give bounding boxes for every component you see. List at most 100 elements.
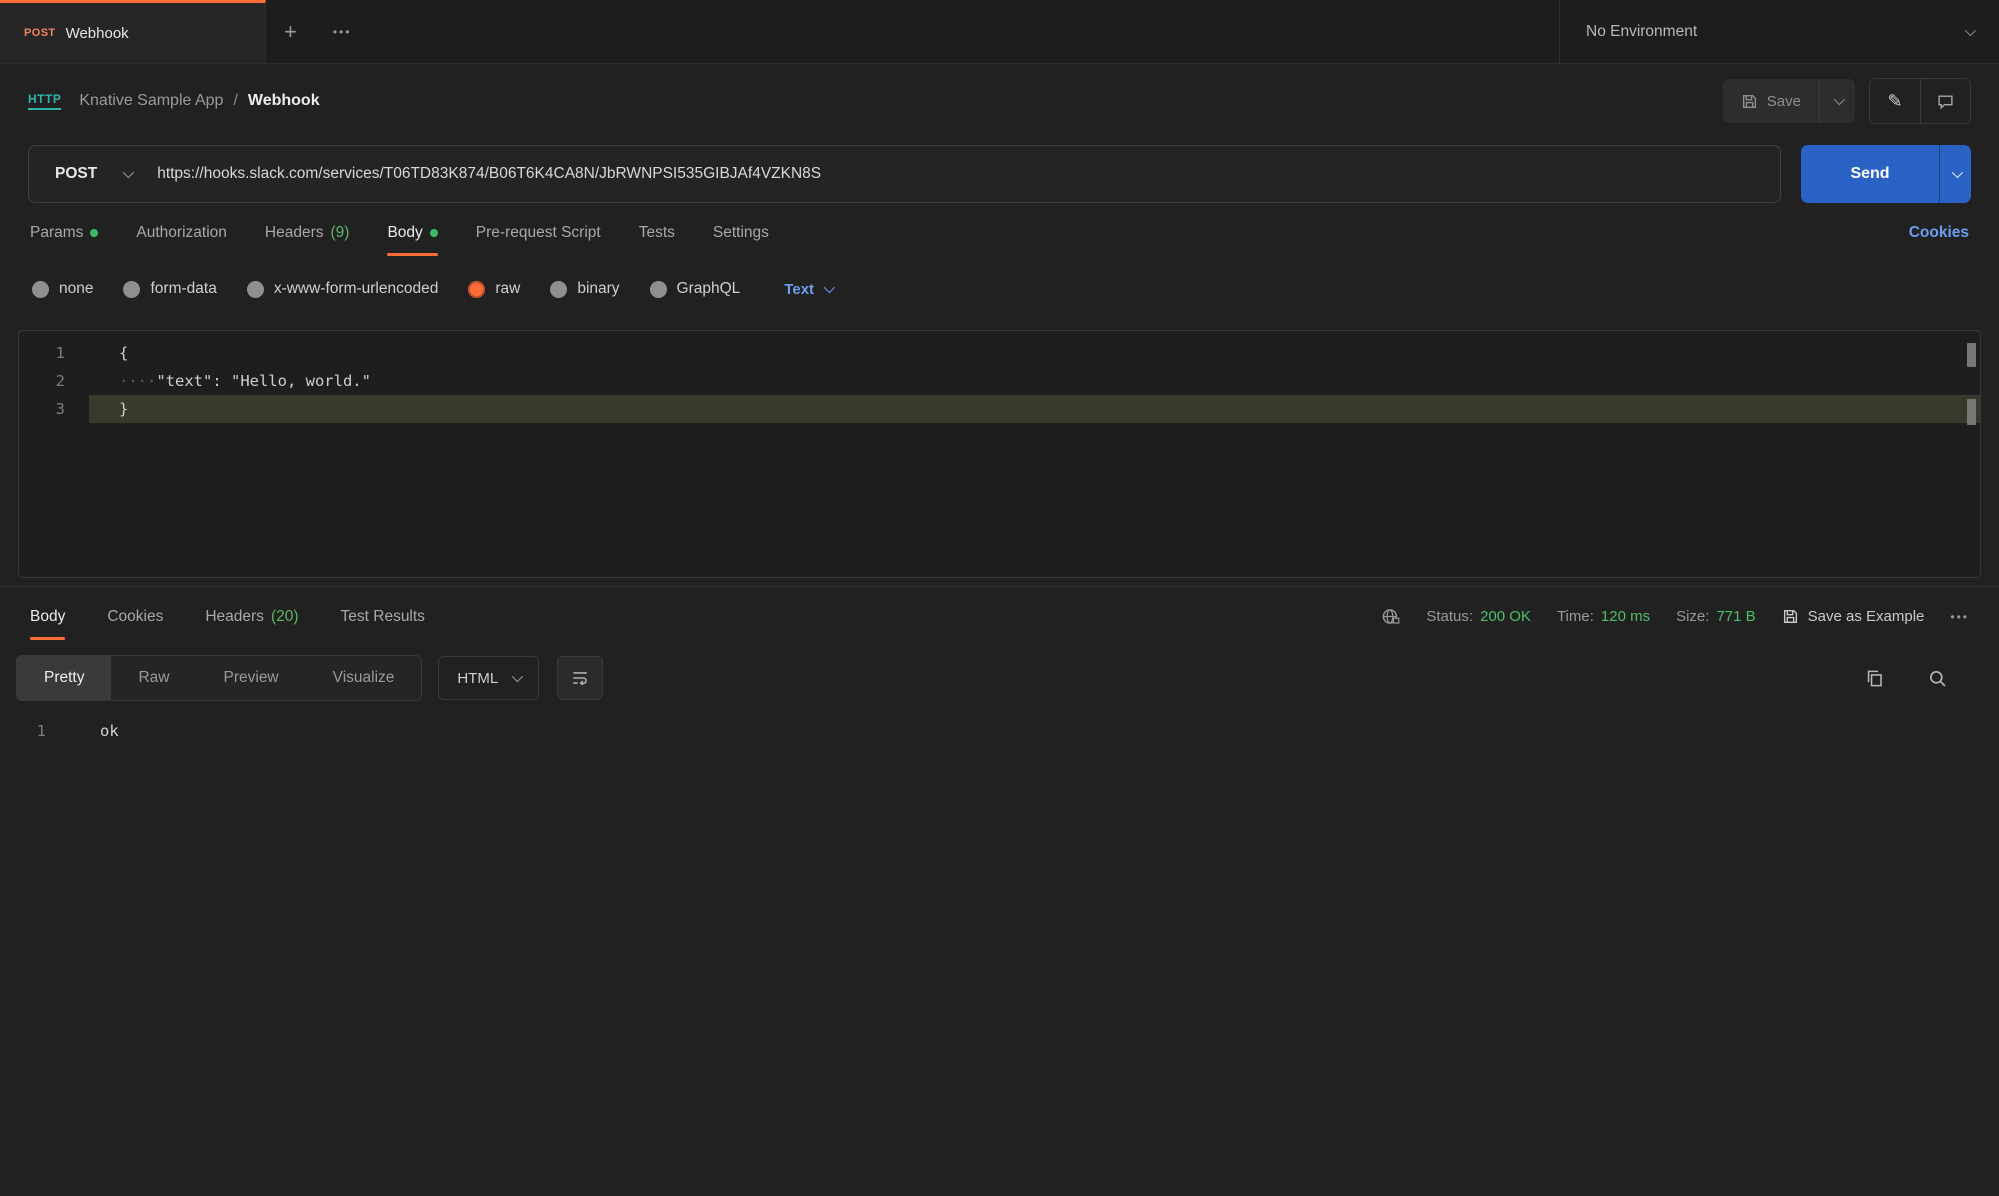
send-button[interactable]: Send: [1801, 145, 1939, 203]
raw-language-selector[interactable]: Text: [784, 281, 832, 298]
breadcrumb-collection[interactable]: Knative Sample App: [79, 92, 223, 110]
tab-authorization[interactable]: Authorization: [136, 204, 226, 262]
tab-body[interactable]: Body: [387, 204, 437, 262]
comment-button[interactable]: [1920, 79, 1970, 123]
radio-icon: [550, 281, 567, 298]
view-preview[interactable]: Preview: [197, 656, 306, 700]
comment-icon: [1937, 93, 1954, 110]
body-type-form-data[interactable]: form-data: [123, 280, 216, 298]
body-type-label: binary: [577, 280, 619, 298]
body-type-raw[interactable]: raw: [468, 280, 520, 298]
line-number: 1: [19, 339, 89, 367]
code-text: ····"text": "Hello, world.": [89, 367, 1980, 395]
method-label: POST: [55, 165, 97, 183]
response-tab-test-results[interactable]: Test Results: [341, 587, 425, 646]
scrollbar-mark[interactable]: [1967, 343, 1976, 367]
body-type-label: x-www-form-urlencoded: [274, 280, 439, 298]
toolbar-right: [1865, 669, 1983, 688]
tab-pre-request-script[interactable]: Pre-request Script: [476, 204, 601, 262]
tab-label: Settings: [713, 224, 769, 242]
save-as-example-button[interactable]: Save as Example: [1782, 608, 1925, 625]
edit-button[interactable]: ✎: [1870, 79, 1920, 123]
body-type-label: GraphQL: [677, 280, 741, 298]
whitespace-dots: ····: [119, 372, 156, 390]
tab-settings[interactable]: Settings: [713, 204, 769, 262]
green-dot-icon: [430, 229, 438, 237]
save-button[interactable]: Save: [1723, 79, 1819, 123]
tab-label: Authorization: [136, 224, 226, 242]
send-button-label: Send: [1850, 165, 1889, 183]
format-selector[interactable]: HTML: [438, 656, 539, 700]
time-badge: Time: 120 ms: [1557, 608, 1650, 625]
more-options-icon: •••: [1950, 610, 1969, 624]
body-type-urlencoded[interactable]: x-www-form-urlencoded: [247, 280, 439, 298]
send-options-button[interactable]: [1939, 145, 1971, 203]
size-badge: Size: 771 B: [1676, 608, 1756, 625]
cookies-link[interactable]: Cookies: [1909, 224, 1969, 242]
copy-icon: [1865, 669, 1884, 688]
body-type-graphql[interactable]: GraphQL: [650, 280, 741, 298]
scrollbar-mark[interactable]: [1967, 399, 1976, 425]
view-visualize[interactable]: Visualize: [306, 656, 422, 700]
word-wrap-button[interactable]: [557, 656, 603, 700]
tab-method-badge: POST: [24, 27, 56, 39]
search-icon: [1928, 669, 1947, 688]
response-text: ok: [70, 716, 119, 746]
line-number: 3: [19, 395, 89, 423]
environment-selector[interactable]: No Environment: [1559, 0, 1999, 63]
response-tab-body[interactable]: Body: [30, 587, 65, 646]
green-dot-icon: [90, 229, 98, 237]
editor-line[interactable]: 2 ····"text": "Hello, world.": [19, 367, 1980, 395]
tab-label: Headers: [205, 608, 264, 626]
body-type-label: raw: [495, 280, 520, 298]
response-body[interactable]: 1 ok: [0, 704, 1999, 746]
new-tab-button[interactable]: +: [266, 0, 315, 63]
tab-tests[interactable]: Tests: [639, 204, 675, 262]
request-header: HTTP Knative Sample App / Webhook Save ✎: [0, 64, 1999, 138]
tab-label: Params: [30, 224, 83, 242]
response-options-button[interactable]: •••: [1950, 610, 1969, 624]
tab-label: Body: [30, 608, 65, 626]
request-tabs: Params Authorization Headers (9) Body Pr…: [0, 204, 1999, 262]
copy-button[interactable]: [1865, 669, 1884, 688]
tab-options-button[interactable]: •••: [315, 0, 370, 63]
tab-label: Cookies: [107, 608, 163, 626]
editor-line-current[interactable]: 3 }: [19, 395, 1980, 423]
editor-line[interactable]: 1 {: [19, 339, 1980, 367]
raw-language-label: Text: [784, 281, 814, 298]
body-type-row: none form-data x-www-form-urlencoded raw…: [0, 262, 1999, 316]
tab-params[interactable]: Params: [30, 204, 98, 262]
search-button[interactable]: [1928, 669, 1947, 688]
tab-headers[interactable]: Headers (9): [265, 204, 350, 262]
breadcrumb-separator: /: [233, 92, 237, 110]
url-input[interactable]: [157, 146, 1780, 202]
body-type-binary[interactable]: binary: [550, 280, 619, 298]
request-body-editor[interactable]: 1 { 2 ····"text": "Hello, world." 3 }: [18, 330, 1981, 578]
chevron-down-icon: [824, 282, 835, 293]
method-selector[interactable]: POST: [29, 146, 157, 202]
body-type-label: form-data: [150, 280, 216, 298]
chevron-down-icon: [1965, 24, 1976, 35]
breadcrumb-request-name[interactable]: Webhook: [248, 92, 320, 110]
response-tab-cookies[interactable]: Cookies: [107, 587, 163, 646]
tab-label: Pre-request Script: [476, 224, 601, 242]
size-label: Size:: [1676, 608, 1709, 625]
view-pretty[interactable]: Pretty: [17, 656, 111, 700]
tab-count: (20): [271, 608, 299, 626]
line-number: 2: [19, 367, 89, 395]
network-info-icon[interactable]: [1381, 607, 1400, 626]
environment-label: No Environment: [1586, 23, 1697, 41]
save-button-label: Save: [1767, 93, 1801, 110]
body-type-none[interactable]: none: [32, 280, 93, 298]
format-label: HTML: [457, 670, 498, 687]
tab-label: Body: [387, 224, 422, 242]
response-tab-headers[interactable]: Headers (20): [205, 587, 298, 646]
tab-label: Headers: [265, 224, 324, 242]
code-segment: "text": "Hello, world.": [156, 372, 371, 390]
tab-label: Tests: [639, 224, 675, 242]
save-options-button[interactable]: [1819, 79, 1855, 123]
chevron-down-icon: [1951, 167, 1962, 178]
status-value: 200 OK: [1480, 608, 1531, 625]
request-tab-webhook[interactable]: POST Webhook: [0, 0, 266, 63]
view-raw[interactable]: Raw: [111, 656, 196, 700]
